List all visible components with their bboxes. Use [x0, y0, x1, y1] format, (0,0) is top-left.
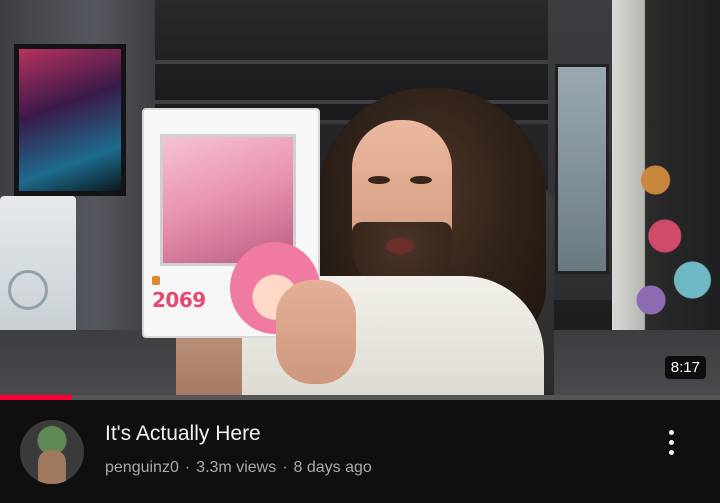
- background-fridge: [555, 64, 609, 274]
- person-eye-right: [410, 176, 432, 184]
- video-subtitle: penguinz0 · 3.3m views · 8 days ago: [105, 459, 372, 477]
- channel-name[interactable]: penguinz0: [105, 459, 179, 476]
- menu-dot: [668, 439, 674, 445]
- menu-dot: [668, 449, 674, 455]
- upload-age: 8 days ago: [293, 459, 372, 476]
- product-box-number: 2069: [152, 288, 206, 312]
- channel-avatar[interactable]: [20, 420, 84, 484]
- video-thumbnail[interactable]: 2069 8:17: [0, 0, 720, 395]
- video-title[interactable]: It's Actually Here: [105, 422, 261, 446]
- meta-separator: ·: [282, 459, 288, 476]
- person-mouth: [386, 238, 414, 254]
- video-card[interactable]: 2069 8:17 It's Actually Here penguinz0 · 3…: [0, 0, 720, 503]
- view-count: 3.3m views: [196, 459, 277, 476]
- background-figures: [628, 140, 720, 340]
- duration-badge: 8:17: [664, 356, 706, 379]
- background-appliance: [0, 196, 76, 346]
- meta-separator: ·: [184, 459, 191, 476]
- background-poster: [14, 44, 126, 196]
- person-eye-left: [368, 176, 390, 184]
- more-vert-icon[interactable]: [660, 424, 682, 460]
- menu-dot: [668, 429, 674, 435]
- product-box-series-tag: [152, 276, 160, 285]
- person-hand: [276, 280, 356, 384]
- video-meta: It's Actually Here penguinz0 · 3.3m views ·…: [0, 400, 720, 503]
- shelf-rack: [155, 60, 555, 64]
- shelf-rack: [155, 100, 555, 104]
